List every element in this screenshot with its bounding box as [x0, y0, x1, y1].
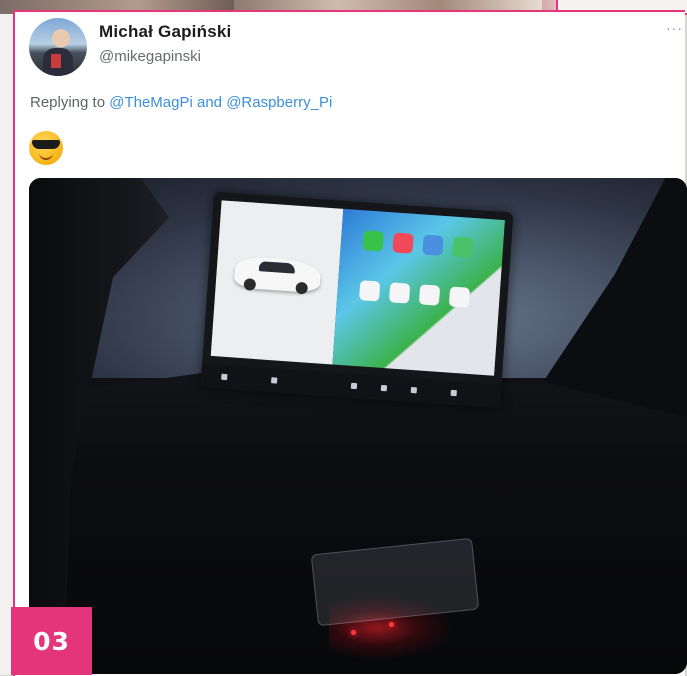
more-options-icon[interactable]: ··· — [666, 20, 683, 36]
maps-app-icon — [422, 234, 444, 256]
reply-prefix: Replying to — [30, 94, 106, 111]
podcasts-app-icon — [358, 280, 381, 302]
mention-raspberry-pi[interactable]: @Raspberry_Pi — [226, 94, 332, 111]
emoji-mouth — [39, 153, 53, 160]
bar-icon — [410, 386, 418, 394]
status-led — [389, 622, 394, 627]
background-page-edge — [0, 14, 14, 675]
screen-carplay-view — [332, 208, 505, 376]
status-led — [351, 630, 356, 635]
avatar[interactable] — [29, 18, 87, 76]
mention-themagpi[interactable]: @TheMagPi — [109, 94, 193, 111]
bar-icon — [270, 377, 278, 384]
bar-icon — [380, 384, 388, 392]
car-touchscreen — [200, 191, 514, 409]
tweet-photo[interactable] — [29, 178, 687, 674]
bar-icon — [450, 389, 457, 397]
sunglasses-emoji-icon — [29, 131, 63, 165]
car-wheel — [243, 278, 257, 291]
car-window — [258, 261, 296, 274]
replying-to-line: Replying to @TheMagPi and @Raspberry_Pi — [30, 94, 332, 111]
audiobooks-app-icon — [388, 282, 411, 304]
bar-icon — [221, 373, 228, 381]
reply-conjunction: and — [196, 94, 223, 111]
user-handle[interactable]: @mikegapinski — [99, 48, 201, 65]
messages-app-icon — [452, 236, 474, 258]
calendar-app-icon — [418, 284, 441, 306]
music-app-icon — [392, 232, 414, 254]
avatar-shirt — [51, 54, 61, 68]
settings-app-icon — [448, 286, 471, 308]
car-wheel — [295, 281, 309, 295]
figure-number-badge: 03 — [11, 607, 92, 675]
phone-app-icon — [362, 230, 384, 252]
emoji-glasses — [32, 140, 60, 149]
tweet-card: Michał Gapiński @mikegapinski ··· Replyi… — [13, 10, 687, 676]
bar-icon — [350, 382, 358, 390]
car-model-graphic — [233, 255, 322, 295]
screen-car-view — [210, 200, 344, 365]
display-name[interactable]: Michał Gapiński — [99, 22, 231, 42]
